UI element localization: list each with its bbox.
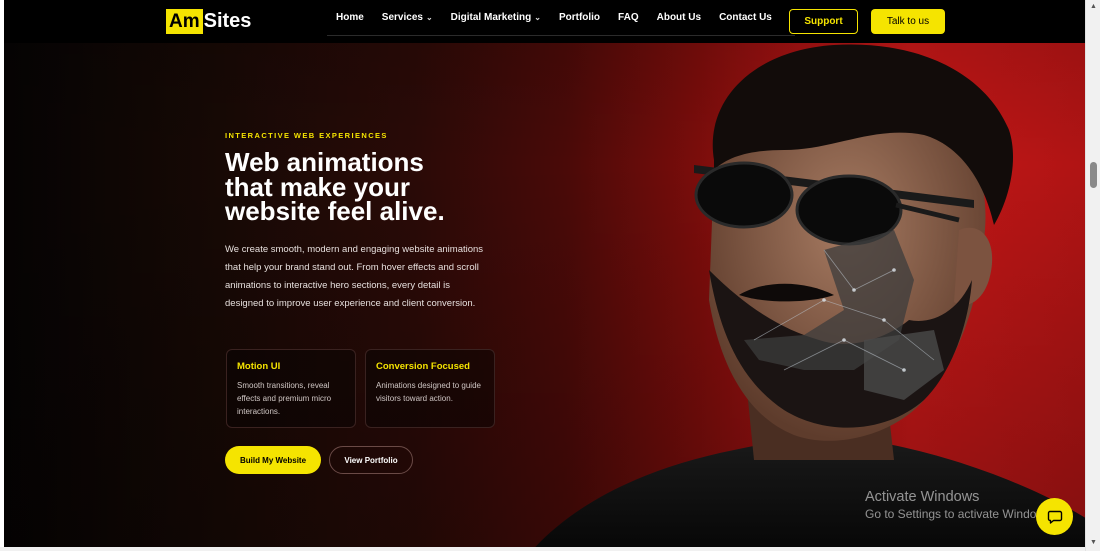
headline-line: website feel alive. [225, 196, 445, 226]
hero-eyebrow: INTERACTIVE WEB EXPERIENCES [225, 131, 388, 140]
logo-mark: Am [166, 9, 203, 34]
main-nav: Home Services ⌄ Digital Marketing ⌄ Portfo… [327, 0, 795, 36]
amsites-logo[interactable]: Am Sites [166, 9, 251, 34]
chevron-down-icon: ⌄ [534, 13, 541, 22]
feature-card-text: Smooth transitions, reveal effects and p… [237, 381, 332, 416]
nav-label: Contact Us [719, 12, 772, 23]
nav-item-faq[interactable]: FAQ [618, 12, 639, 23]
horizontal-scrollbar-track [0, 547, 1085, 551]
chat-button[interactable] [1036, 498, 1073, 535]
scroll-down-arrow-icon[interactable]: ▼ [1089, 538, 1098, 547]
feature-card-title: Conversion Focused [376, 361, 470, 372]
hero-section: Am Sites Home Services ⌄ Digital Marketin… [4, 0, 1085, 547]
chat-bubble-icon [1047, 510, 1062, 524]
nav-item-contact-us[interactable]: Contact Us [719, 12, 772, 23]
nav-item-services[interactable]: Services ⌄ [382, 12, 433, 23]
hero-portrait-image [535, 44, 1085, 547]
talk-to-us-button[interactable]: Talk to us [871, 9, 945, 34]
windows-activation-watermark: Activate Windows Go to Settings to activ… [865, 489, 1054, 521]
chevron-down-icon: ⌄ [425, 13, 433, 22]
nav-item-home[interactable]: Home [336, 12, 364, 23]
logo-wordmark: Sites [203, 10, 252, 32]
build-my-website-button[interactable]: Build My Website [225, 446, 321, 474]
watermark-title: Activate Windows [865, 489, 980, 505]
nav-item-about-us[interactable]: About Us [657, 12, 701, 23]
hero-description: We create smooth, modern and engaging we… [225, 244, 484, 309]
nav-label: Services [381, 12, 423, 23]
feature-card-motion-ui: Motion UI Smooth transitions, reveal eff… [226, 349, 356, 428]
nav-label: Portfolio [558, 12, 601, 23]
nav-label: Digital Marketing [450, 12, 532, 23]
watermark-subtitle: Go to Settings to activate Windows. [865, 507, 1055, 521]
scrollbar-thumb[interactable] [1090, 162, 1097, 188]
feature-card-text: Animations designed to guide visitors to… [376, 381, 481, 403]
feature-card-conversion-focused: Conversion Focused Animations designed t… [365, 349, 495, 428]
nav-label: Home [336, 12, 364, 23]
view-portfolio-button[interactable]: View Portfolio [329, 446, 413, 474]
feature-card-title: Motion UI [237, 361, 281, 372]
hero-headline: Web animations that make your website fe… [225, 149, 485, 226]
support-button[interactable]: Support [789, 9, 858, 34]
nav-item-digital-marketing[interactable]: Digital Marketing ⌄ [451, 12, 541, 23]
nav-item-portfolio[interactable]: Portfolio [559, 12, 600, 23]
scroll-up-arrow-icon[interactable]: ▲ [1089, 2, 1098, 11]
site-header: Am Sites Home Services ⌄ Digital Marketin… [4, 0, 1085, 43]
nav-label: FAQ [618, 12, 639, 23]
nav-label: About Us [656, 12, 702, 23]
vertical-scrollbar[interactable]: ▲ ▼ [1085, 0, 1100, 551]
